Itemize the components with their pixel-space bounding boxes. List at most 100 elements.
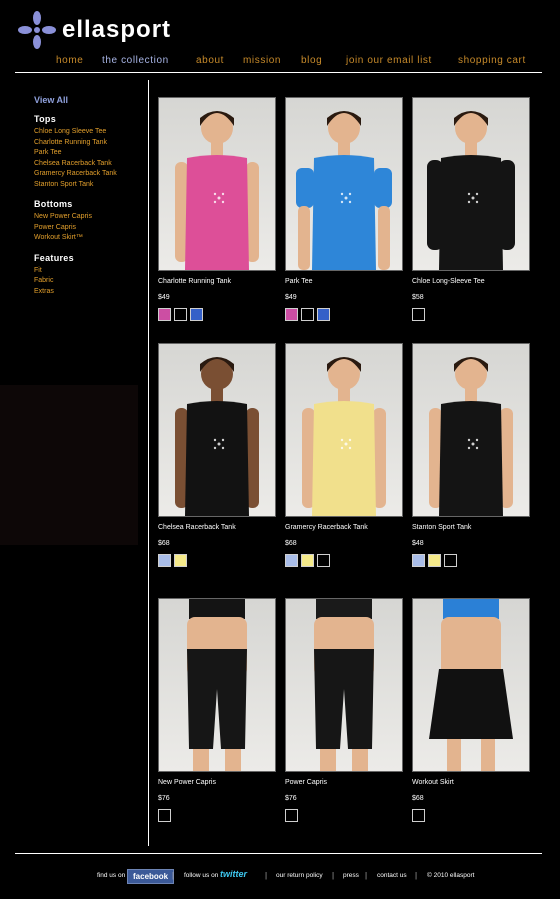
view-all-link[interactable]: View All	[34, 95, 144, 105]
color-swatch[interactable]	[301, 554, 314, 567]
color-swatch[interactable]	[285, 809, 298, 822]
color-swatch[interactable]	[412, 554, 425, 567]
features-group: Features Fit Fabric Extras	[34, 253, 144, 298]
color-swatches	[285, 554, 403, 567]
nav-join-email-list[interactable]: join our email list	[346, 55, 432, 66]
color-swatches	[412, 308, 530, 321]
nav-the-collection[interactable]: the collection	[102, 55, 169, 66]
color-swatch[interactable]	[190, 308, 203, 321]
features-heading: Features	[34, 252, 74, 263]
color-swatch[interactable]	[285, 554, 298, 567]
sidebar-link-new-power-capris[interactable]: New Power Capris	[34, 212, 144, 223]
bottoms-heading: Bottoms	[34, 199, 73, 209]
sidebar-link-power-capris[interactable]: Power Capris	[34, 223, 144, 234]
sidebar-link-chelsea-racerback-tank[interactable]: Chelsea Racerback Tank	[34, 159, 144, 170]
nav-mission[interactable]: mission	[243, 55, 281, 66]
product-photo[interactable]	[412, 598, 530, 772]
product-price: $49	[158, 294, 170, 301]
facebook-link[interactable]: facebook	[127, 869, 175, 884]
brand-logo[interactable]: ellasport	[18, 10, 218, 50]
color-swatch[interactable]	[158, 308, 171, 321]
product-name[interactable]: Stanton Sport Tank	[412, 524, 530, 531]
color-swatch[interactable]	[174, 554, 187, 567]
color-swatch[interactable]	[317, 308, 330, 321]
color-swatch[interactable]	[285, 308, 298, 321]
product-photo[interactable]	[285, 598, 403, 772]
flower-logo-icon	[18, 11, 56, 49]
product-price: $48	[412, 540, 424, 547]
product-card: Park Tee $49	[285, 97, 403, 321]
category-sidebar: View All Tops Chloe Long Sleeve Tee Char…	[34, 95, 144, 306]
sidebar-link-fit[interactable]: Fit	[34, 266, 144, 277]
find-us-on-label: find us on	[97, 872, 126, 879]
color-swatch[interactable]	[412, 809, 425, 822]
product-name[interactable]: Charlotte Running Tank	[158, 278, 276, 285]
product-card: Charlotte Running Tank $49	[158, 97, 276, 321]
model-figure-icon	[429, 599, 513, 771]
contact-link[interactable]: contact us	[377, 872, 407, 879]
product-name[interactable]: Gramercy Racerback Tank	[285, 524, 403, 531]
tops-heading: Tops	[34, 114, 57, 124]
product-price: $68	[285, 540, 297, 547]
product-name[interactable]: Park Tee	[285, 278, 403, 285]
color-swatch[interactable]	[428, 554, 441, 567]
product-name[interactable]: Chelsea Racerback Tank	[158, 524, 276, 531]
product-name[interactable]: Workout Skirt	[412, 779, 530, 786]
model-figure-icon	[175, 111, 259, 270]
product-photo[interactable]	[285, 97, 403, 271]
product-photo[interactable]	[285, 343, 403, 517]
color-swatches	[285, 308, 403, 321]
product-card: Chelsea Racerback Tank $68	[158, 343, 276, 567]
model-figure-icon	[314, 599, 374, 771]
return-policy-link[interactable]: our return policy	[276, 872, 323, 879]
color-swatches	[412, 809, 530, 822]
product-card: Gramercy Racerback Tank $68	[285, 343, 403, 567]
color-swatches	[158, 809, 276, 822]
sidebar-link-workout-skirt[interactable]: Workout Skirt™	[34, 233, 144, 244]
sidebar-link-stanton-sport-tank[interactable]: Stanton Sport Tank	[34, 180, 144, 191]
nav-about[interactable]: about	[196, 55, 224, 66]
nav-shopping-cart[interactable]: shopping cart	[458, 55, 526, 66]
product-price: $76	[285, 795, 297, 802]
follow-us-on-label: follow us on	[184, 872, 219, 879]
color-swatch[interactable]	[412, 308, 425, 321]
sidebar-link-extras[interactable]: Extras	[34, 287, 144, 298]
product-photo[interactable]	[412, 343, 530, 517]
footer-separator: |	[172, 871, 175, 880]
sidebar-shade	[0, 385, 138, 545]
sidebar-link-park-tee[interactable]: Park Tee	[34, 148, 144, 159]
product-card: New Power Capris $76	[158, 598, 276, 822]
sidebar-link-fabric[interactable]: Fabric	[34, 276, 144, 287]
product-card: Chloe Long-Sleeve Tee $58	[412, 97, 530, 321]
content-divider	[148, 80, 149, 846]
product-name[interactable]: New Power Capris	[158, 779, 276, 786]
sidebar-link-gramercy-racerback-tank[interactable]: Gramercy Racerback Tank	[34, 169, 144, 180]
product-photo[interactable]	[412, 97, 530, 271]
product-price: $49	[285, 294, 297, 301]
color-swatch[interactable]	[444, 554, 457, 567]
product-price: $58	[412, 294, 424, 301]
color-swatch[interactable]	[301, 308, 314, 321]
color-swatch[interactable]	[158, 809, 171, 822]
model-figure-icon	[429, 357, 513, 516]
nav-home[interactable]: home	[56, 55, 83, 66]
product-price: $68	[412, 795, 424, 802]
product-photo[interactable]	[158, 343, 276, 517]
twitter-link[interactable]: twitter	[220, 869, 247, 879]
site-footer: find us on facebook | follow us on twitt…	[0, 868, 560, 886]
color-swatch[interactable]	[174, 308, 187, 321]
product-photo[interactable]	[158, 97, 276, 271]
tops-group: Tops Chloe Long Sleeve Tee Charlotte Run…	[34, 114, 144, 190]
product-photo[interactable]	[158, 598, 276, 772]
footer-separator: |	[365, 871, 368, 880]
press-link[interactable]: press	[343, 872, 359, 879]
product-name[interactable]: Chloe Long-Sleeve Tee	[412, 278, 530, 285]
color-swatch[interactable]	[317, 554, 330, 567]
product-name[interactable]: Power Capris	[285, 779, 403, 786]
footer-separator: |	[265, 871, 268, 880]
color-swatch[interactable]	[158, 554, 171, 567]
color-swatches	[158, 308, 276, 321]
sidebar-link-chloe-long-sleeve-tee[interactable]: Chloe Long Sleeve Tee	[34, 127, 144, 138]
nav-blog[interactable]: blog	[301, 55, 322, 66]
sidebar-link-charlotte-running-tank[interactable]: Charlotte Running Tank	[34, 138, 144, 149]
